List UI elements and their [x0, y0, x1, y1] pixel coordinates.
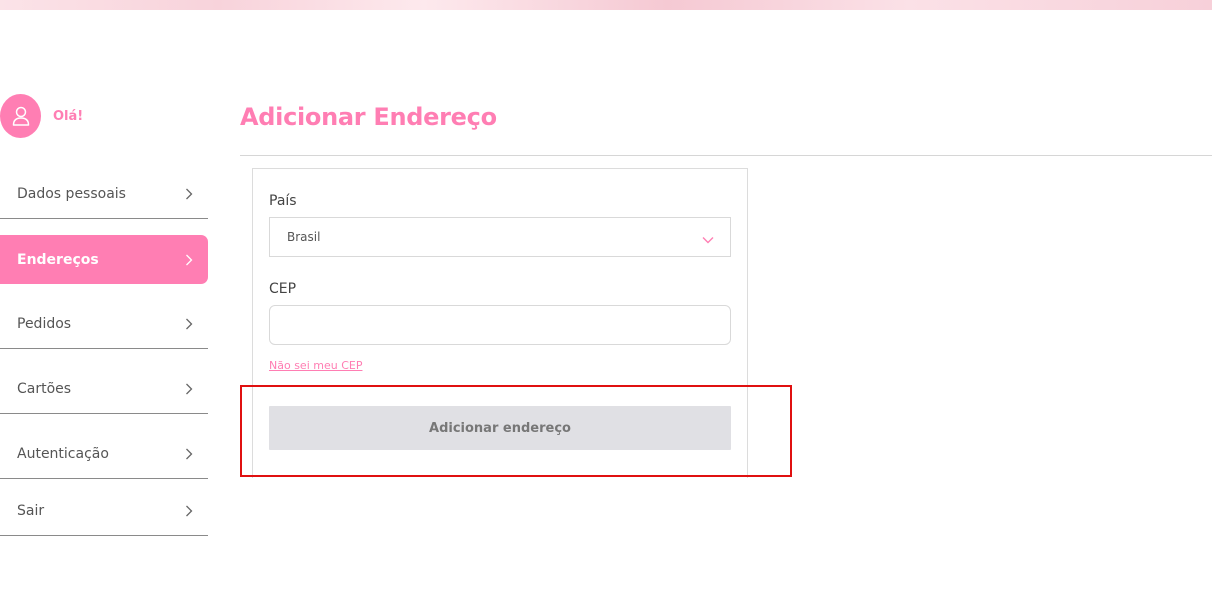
chevron-right-icon — [184, 448, 194, 460]
cep-label: CEP — [269, 281, 297, 297]
sidebar-item-label: Autenticação — [17, 446, 109, 462]
top-banner — [0, 0, 1212, 10]
sidebar-item-label: Dados pessoais — [17, 186, 126, 202]
cep-help-link[interactable]: Não sei meu CEP — [269, 359, 362, 372]
sidebar-item-cartoes[interactable]: Cartões — [0, 365, 208, 414]
country-select[interactable]: Brasil — [269, 217, 731, 257]
chevron-right-icon — [184, 505, 194, 517]
country-label: País — [269, 193, 297, 209]
sidebar-item-sair[interactable]: Sair — [0, 487, 208, 536]
chevron-right-icon — [184, 383, 194, 395]
sidebar-item-label: Pedidos — [17, 316, 72, 332]
sidebar-item-label: Endereços — [17, 251, 99, 268]
chevron-right-icon — [184, 318, 194, 330]
chevron-right-icon — [184, 254, 194, 266]
country-select-value: Brasil — [287, 230, 321, 244]
chevron-right-icon — [184, 188, 194, 200]
add-address-button[interactable]: Adicionar endereço — [269, 406, 731, 450]
sidebar-item-pedidos[interactable]: Pedidos — [0, 300, 208, 349]
page-title: Adicionar Endereço — [240, 103, 497, 131]
title-divider — [240, 155, 1212, 156]
sidebar-item-autenticacao[interactable]: Autenticação — [0, 430, 208, 479]
chevron-down-icon — [702, 233, 714, 244]
user-icon — [12, 106, 29, 126]
sidebar-item-enderecos[interactable]: Endereços — [0, 235, 208, 284]
avatar — [0, 94, 41, 138]
sidebar-item-label: Cartões — [17, 381, 72, 397]
sidebar-item-dados-pessoais[interactable]: Dados pessoais — [0, 170, 208, 219]
sidebar-item-label: Sair — [17, 503, 45, 519]
user-greeting: Olá! — [53, 109, 84, 124]
cep-input[interactable] — [269, 305, 731, 345]
